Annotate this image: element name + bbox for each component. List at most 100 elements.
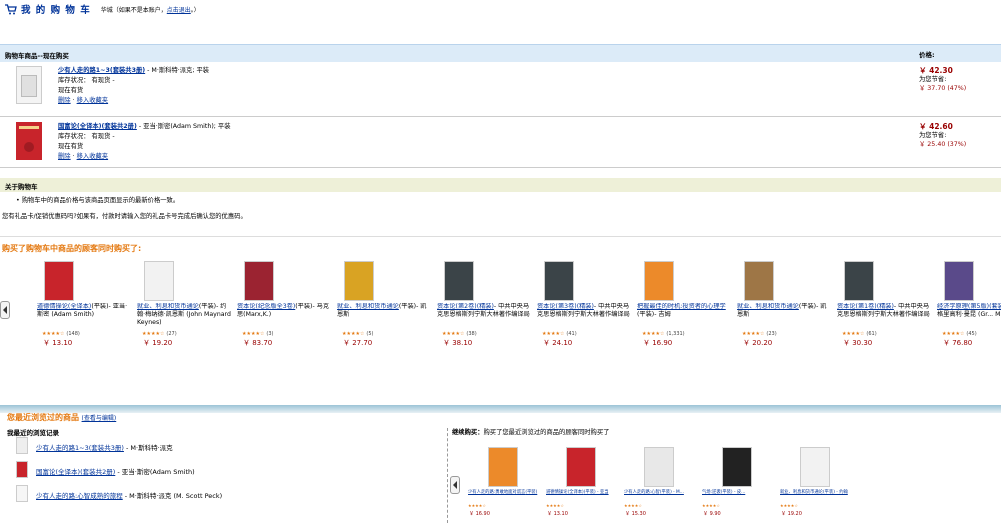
review-count: (27) bbox=[166, 331, 177, 337]
recent-section-band bbox=[0, 405, 1001, 413]
book-cover[interactable] bbox=[444, 261, 474, 301]
cart-heading: 购物车商品--现在购买 bbox=[5, 52, 69, 60]
review-count: (148) bbox=[66, 331, 80, 337]
stock-label: 库存状况： bbox=[58, 133, 90, 140]
recommendation-format: (平装) bbox=[525, 490, 538, 495]
cart-item: 少有人走的路1~3(套装共3册) - M·斯科特·派克; 平装 库存状况： 有现… bbox=[0, 66, 1001, 110]
product-text: 就业、利息和货币通论(平装)- 约翰·梅纳德·凯恩斯 (John Maynard… bbox=[137, 303, 232, 329]
rating-stars[interactable]: ★★★★☆ bbox=[624, 503, 642, 508]
sign-out-link[interactable]: 点击退出 bbox=[167, 7, 191, 14]
cart-item-info: 国富论(全译本)(套装共2册) - 亚当·斯密(Adam Smith); 平装 … bbox=[58, 123, 231, 160]
product-text: 就业、利息和货币通论(平装)- 凯恩斯 bbox=[337, 303, 432, 329]
book-cover[interactable] bbox=[744, 261, 774, 301]
product-text: 资本论(纪念版全3卷)(平装)- 马克思(Marx,K.) bbox=[237, 303, 332, 329]
account-note: 华城（如果不是本账户，点击退出。） bbox=[101, 5, 200, 14]
rating-stars[interactable]: ★★★★☆ (41) bbox=[542, 331, 577, 337]
book-cover[interactable] bbox=[644, 447, 674, 487]
product-title-link[interactable]: 就业、利息和货币通论 bbox=[337, 303, 399, 310]
book-cover[interactable] bbox=[244, 261, 274, 301]
recent-item-link[interactable]: 少有人走的路1~3(套装共3册) bbox=[36, 444, 124, 452]
recommendation-title-link[interactable]: 气场:逆袭(平装) - 皮... bbox=[702, 490, 745, 496]
gift-card-note: 您有礼品卡/促销优惠码吗?如果有，付款时请输入您的礼品卡号完成后确认您的优惠码。 bbox=[2, 213, 247, 220]
product-title-link[interactable]: 资本论(第1卷)(精装) bbox=[837, 303, 894, 310]
book-cover[interactable] bbox=[44, 261, 74, 301]
rating-stars[interactable]: ★★★★☆ (1,331) bbox=[642, 331, 685, 337]
section-separator bbox=[447, 428, 448, 523]
product-title-link[interactable]: 把握最佳的时机:投资者的心理学 bbox=[637, 303, 726, 310]
book-cover[interactable] bbox=[844, 261, 874, 301]
save-for-later-link[interactable]: 移入收藏夹 bbox=[77, 97, 108, 104]
rating-stars[interactable]: ★★★★☆ (38) bbox=[442, 331, 477, 337]
product-text: 资本论(第3卷)(精装)- 中共中央马克思恩格斯列宁斯大林著作编译局 bbox=[537, 303, 632, 329]
review-count: (5) bbox=[366, 331, 374, 337]
recommendation-title: 少有人走的路:勇敢地面对谎言 bbox=[468, 490, 526, 495]
recommendation-title-link[interactable]: 道德情操论(全译本)(平装) - 亚当 bbox=[546, 490, 609, 496]
product-title-link[interactable]: 资本论(第3卷)(精装) bbox=[537, 303, 594, 310]
book-cover[interactable] bbox=[488, 447, 518, 487]
recommendation-title-link[interactable]: 少有人走的路:心智(平装) - M... bbox=[624, 490, 684, 496]
product-format: (平装) bbox=[295, 303, 313, 310]
rating-stars[interactable]: ★★★★☆ bbox=[780, 503, 798, 508]
delete-link[interactable]: 删除 bbox=[58, 153, 71, 160]
book-cover[interactable] bbox=[566, 447, 596, 487]
product-price: ￥ 13.10 bbox=[43, 339, 73, 347]
recent-item-link[interactable]: 少有人走的路:心智成熟的旅程 bbox=[36, 492, 123, 500]
product-title-link[interactable]: 资本论(第2卷)(精装) bbox=[437, 303, 494, 310]
book-thumbnail[interactable] bbox=[16, 461, 28, 478]
cart-item-price: ￥ 42.30 为您节省: ￥ 37.70 (47%) bbox=[919, 66, 966, 93]
also-bought-heading: 购买了购物车中商品的顾客同时购买了: bbox=[2, 244, 142, 253]
recent-item-author: - 亚当·斯密(Adam Smith) bbox=[115, 468, 195, 476]
book-cover[interactable] bbox=[544, 261, 574, 301]
product-title-link[interactable]: 就业、利息和货币通论 bbox=[137, 303, 199, 310]
rating-stars[interactable]: ★★★★☆ (45) bbox=[942, 331, 977, 337]
product-text: 把握最佳的时机:投资者的心理学(平装)- 吉姆 bbox=[637, 303, 732, 329]
book-thumbnail[interactable] bbox=[16, 485, 28, 502]
price-value: ￥ 42.60 bbox=[919, 122, 953, 131]
rating-stars[interactable]: ★★★★☆ bbox=[702, 503, 720, 508]
book-thumbnail[interactable] bbox=[16, 437, 28, 454]
account-note-text: 华城（如果不是本账户， bbox=[100, 6, 167, 14]
book-cover[interactable] bbox=[644, 261, 674, 301]
cart-item-title-link[interactable]: 少有人走的路1~3(套装共3册) bbox=[58, 67, 145, 74]
recommendation-title: 道德情操论(全译本) bbox=[546, 490, 584, 495]
cart-item-title-link[interactable]: 国富论(全译本)(套装共2册) bbox=[58, 123, 137, 130]
book-cover[interactable] bbox=[800, 447, 830, 487]
divider bbox=[0, 116, 1001, 117]
carousel-prev-button[interactable] bbox=[450, 476, 460, 494]
rating-stars[interactable]: ★★★★☆ (5) bbox=[342, 331, 374, 337]
book-cover[interactable] bbox=[722, 447, 752, 487]
rating-stars[interactable]: ★★★★☆ bbox=[468, 503, 486, 508]
save-for-later-link[interactable]: 移入收藏夹 bbox=[77, 153, 108, 160]
book-cover[interactable] bbox=[144, 261, 174, 301]
recommendation-title-link[interactable]: 就业、利息和货币通论(平装) - 约翰 bbox=[780, 490, 848, 496]
product-price: ￥ 19.20 bbox=[143, 339, 173, 347]
product-title-link[interactable]: 经济学原理(第5版)(套装共2册) bbox=[937, 303, 1001, 310]
book-cover[interactable] bbox=[344, 261, 374, 301]
book-cover[interactable] bbox=[944, 261, 974, 301]
product-price: ￥ 83.70 bbox=[243, 339, 273, 347]
rating-stars[interactable]: ★★★★☆ (61) bbox=[842, 331, 877, 337]
gift-status: 现在有货 bbox=[58, 87, 84, 94]
book-cover[interactable] bbox=[16, 122, 42, 160]
recent-item-link[interactable]: 国富论(全译本)(套装共2册) bbox=[36, 468, 115, 476]
delete-link[interactable]: 删除 bbox=[58, 97, 71, 104]
recommendation-title: 少有人走的路:心智 bbox=[624, 490, 660, 495]
product-title-link[interactable]: 道德情操论(全译本) bbox=[37, 303, 91, 310]
rating-stars[interactable]: ★★★★☆ bbox=[546, 503, 564, 508]
recommendation-title-link[interactable]: 少有人走的路:勇敢地面对谎言(平装) bbox=[468, 490, 537, 496]
product-author: - 吉姆 bbox=[654, 311, 671, 318]
review-count: (38) bbox=[466, 331, 477, 337]
cart-item: 国富论(全译本)(套装共2册) - 亚当·斯密(Adam Smith); 平装 … bbox=[0, 122, 1001, 166]
recommendation-format: (平装) - 约翰 bbox=[822, 490, 848, 495]
recent-edit-link[interactable]: (查看与编辑) bbox=[82, 415, 117, 422]
rating-stars[interactable]: ★★★★☆ (23) bbox=[742, 331, 777, 337]
product-title-link[interactable]: 资本论(纪念版全3卷) bbox=[237, 303, 295, 310]
rating-stars[interactable]: ★★★★☆ (27) bbox=[142, 331, 177, 337]
rating-stars[interactable]: ★★★★☆ (148) bbox=[42, 331, 80, 337]
cart-item-price: ￥ 42.60 为您节省: ￥ 25.40 (37%) bbox=[919, 122, 966, 149]
book-cover[interactable] bbox=[16, 66, 42, 104]
product-title-link[interactable]: 就业、利息和货币通论 bbox=[737, 303, 799, 310]
rating-stars[interactable]: ★★★★☆ (3) bbox=[242, 331, 274, 337]
carousel-prev-button[interactable] bbox=[0, 301, 10, 319]
recommendation-text: 购买了您最近浏览过的商品的顾客同时购买了 bbox=[483, 429, 610, 436]
